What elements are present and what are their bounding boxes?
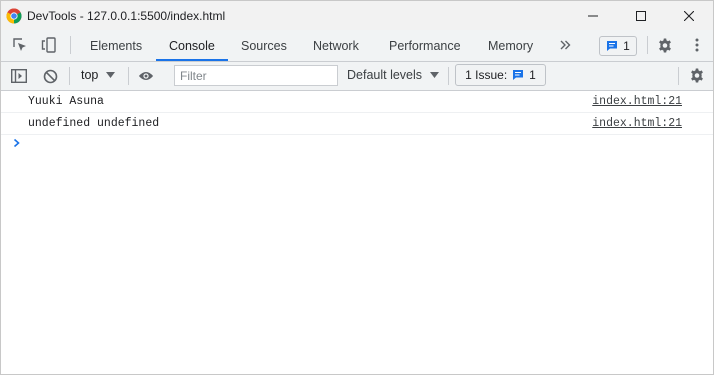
divider [128,67,129,85]
gear-icon [691,68,703,82]
maximize-icon [636,10,646,21]
divider [647,36,648,54]
console-toolbar: top Default levels 1 Issue: 1 [1,62,713,91]
dropdown-arrow-icon [430,72,440,78]
dropdown-arrow-icon [106,72,116,78]
console-output: Yuuki Asuna index.html:21 undefined unde… [1,91,713,148]
active-tab-indicator [156,59,228,61]
message-text: undefined undefined [28,117,160,130]
minimize-button[interactable] [569,1,617,30]
devtools-window: DevTools - 127.0.0.1:5500/index.html Ele… [0,0,714,375]
console-message: undefined undefined index.html:21 [1,113,713,135]
context-label: top [81,68,99,82]
settings-button[interactable] [657,37,673,53]
message-text: Yuuki Asuna [28,95,104,108]
tab-sources[interactable]: Sources [241,30,287,61]
divider [70,36,71,54]
show-sidebar-button[interactable] [11,68,27,84]
device-mobile-icon [41,37,56,53]
close-button[interactable] [665,1,713,30]
maximize-button[interactable] [617,1,665,30]
source-link[interactable]: index.html:21 [592,95,682,108]
close-icon [684,10,694,21]
tab-network[interactable]: Network [313,30,359,61]
chrome-logo-icon [6,7,22,24]
more-tabs-button[interactable] [557,37,573,53]
console-message: Yuuki Asuna index.html:21 [1,91,713,113]
double-chevron-right-icon [560,40,571,50]
context-selector[interactable]: top [81,68,116,82]
clear-icon [43,69,57,83]
window-controls [569,1,713,30]
clear-console-button[interactable] [42,68,58,84]
source-link[interactable]: index.html:21 [592,117,682,130]
issues-label: 1 Issue: [465,68,508,82]
title-bar: DevTools - 127.0.0.1:5500/index.html [1,1,713,30]
customize-menu-button[interactable] [689,37,705,53]
message-icon [607,41,618,51]
gear-icon [659,38,671,52]
log-levels-dropdown[interactable]: Default levels [347,68,440,82]
issues-count: 1 [529,68,536,82]
tab-elements[interactable]: Elements [90,30,142,61]
eye-icon [138,72,154,80]
tab-memory[interactable]: Memory [488,30,533,61]
issues-button[interactable]: 1 Issue: 1 [455,64,546,86]
issues-badge-count: 1 [623,39,630,53]
prompt-chevron-icon[interactable] [12,138,22,148]
filter-input[interactable] [174,65,338,86]
minimize-icon [588,15,598,16]
sidebar-toggle-icon [11,69,27,83]
divider [678,67,679,85]
tab-performance[interactable]: Performance [389,30,461,61]
tab-console[interactable]: Console [169,30,215,61]
kebab-menu-icon [695,38,699,52]
window-title: DevTools - 127.0.0.1:5500/index.html [27,8,226,23]
console-settings-button[interactable] [689,67,705,83]
inspect-element-button[interactable] [12,37,28,53]
log-levels-label: Default levels [347,68,423,82]
issues-badge-button[interactable]: 1 [599,36,637,56]
live-expression-button[interactable] [138,68,154,84]
divider [69,67,70,85]
device-toolbar-button[interactable] [41,37,57,53]
message-icon [513,70,524,80]
divider [448,67,449,85]
inspect-cursor-icon [13,38,26,51]
